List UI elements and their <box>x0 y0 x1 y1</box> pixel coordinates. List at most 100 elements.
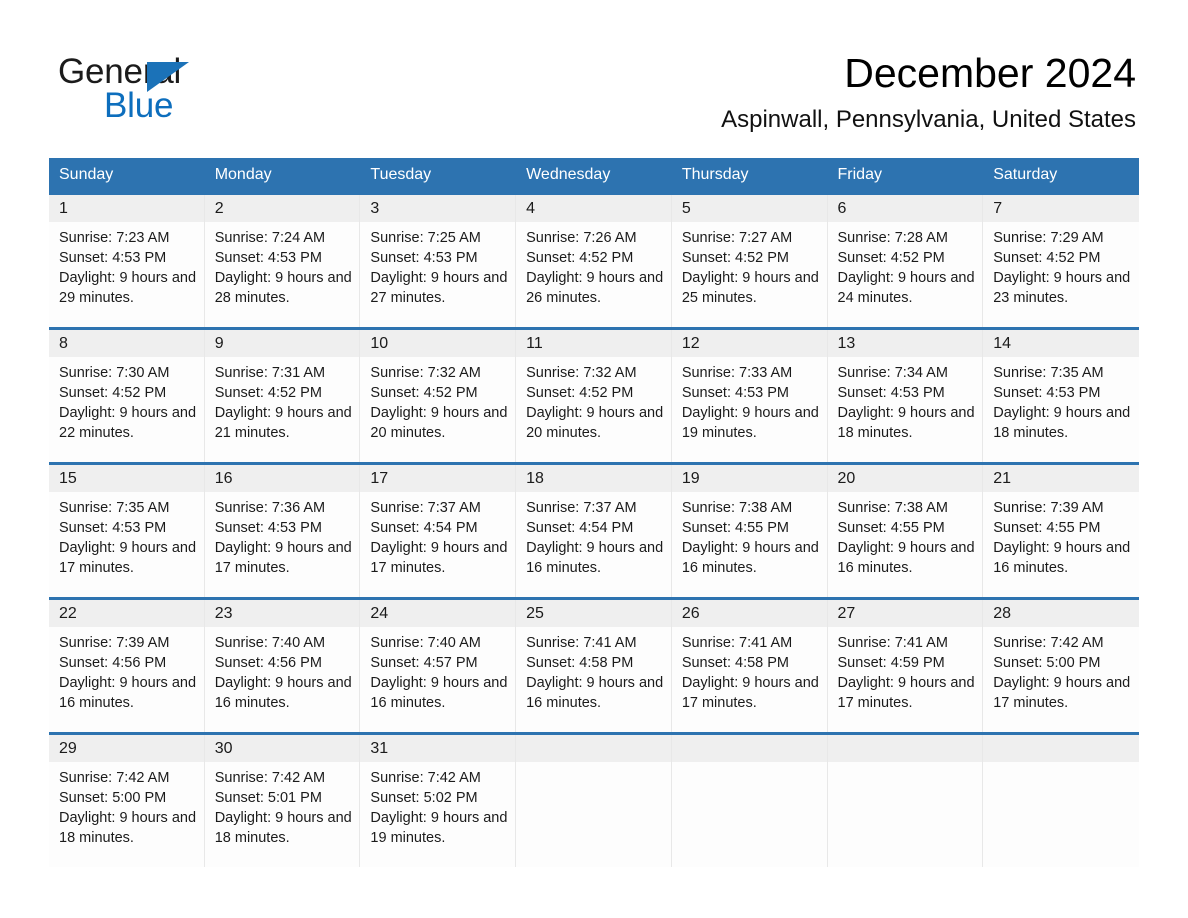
day-number: 7 <box>983 195 1139 222</box>
calendar-day-cell[interactable]: 7 Sunrise: 7:29 AM Sunset: 4:52 PM Daylight… <box>983 195 1139 327</box>
calendar-day-cell-empty <box>671 735 828 867</box>
calendar-day-cell[interactable]: 23 Sunrise: 7:40 AM Sunset: 4:56 PM Dayligh… <box>204 600 361 732</box>
calendar-day-cell[interactable]: 6 Sunrise: 7:28 AM Sunset: 4:52 PM Daylight… <box>827 195 984 327</box>
calendar-day-cell[interactable]: 20 Sunrise: 7:38 AM Sunset: 4:55 PM Dayligh… <box>827 465 984 597</box>
day-number <box>671 735 827 762</box>
calendar-day-cell[interactable]: 13 Sunrise: 7:34 AM Sunset: 4:53 PM Dayligh… <box>827 330 984 462</box>
day-details: Sunrise: 7:38 AM Sunset: 4:55 PM Daylight:… <box>828 492 983 578</box>
calendar-day-cell[interactable]: 14 Sunrise: 7:35 AM Sunset: 4:53 PM Dayligh… <box>983 330 1139 462</box>
sunset-text: Sunset: 4:52 PM <box>681 250 790 266</box>
sunrise-text: Sunrise: 7:26 AM <box>526 230 637 246</box>
sunrise-text: Sunrise: 7:32 AM <box>370 365 481 381</box>
daylight-text: Daylight: 9 hours and 16 minutes. <box>526 675 664 711</box>
calendar-day-cell[interactable]: 19 Sunrise: 7:38 AM Sunset: 4:55 PM Dayligh… <box>671 465 828 597</box>
sunset-text: Sunset: 4:53 PM <box>214 520 322 536</box>
daylight-text: Daylight: 9 hours and 21 minutes. <box>214 405 352 441</box>
calendar-day-cell[interactable]: 31 Sunrise: 7:42 AM Sunset: 5:02 PM Dayligh… <box>360 735 517 867</box>
day-number: 4 <box>516 195 671 222</box>
day-details: Sunrise: 7:39 AM Sunset: 4:55 PM Daylight:… <box>983 492 1139 578</box>
calendar-day-cell[interactable]: 12 Sunrise: 7:33 AM Sunset: 4:53 PM Dayligh… <box>671 330 828 462</box>
day-details: Sunrise: 7:33 AM Sunset: 4:53 PM Daylight:… <box>672 357 827 443</box>
sunrise-text: Sunrise: 7:31 AM <box>214 365 326 381</box>
sunrise-text: Sunrise: 7:41 AM <box>526 635 637 651</box>
calendar-header-row: Sunday Monday Tuesday Wednesday Thursday… <box>49 158 1139 194</box>
weekday-header-wednesday: Wednesday <box>516 158 672 194</box>
logo-text-blue: Blue <box>104 86 174 125</box>
day-details: Sunrise: 7:29 AM Sunset: 4:52 PM Daylight:… <box>983 222 1139 308</box>
sunrise-text: Sunrise: 7:30 AM <box>59 365 170 381</box>
day-number <box>827 735 983 762</box>
calendar-day-cell[interactable]: 28 Sunrise: 7:42 AM Sunset: 5:00 PM Dayligh… <box>983 600 1139 732</box>
calendar-day-cell[interactable]: 11 Sunrise: 7:32 AM Sunset: 4:52 PM Dayligh… <box>516 330 672 462</box>
calendar-day-cell[interactable]: 27 Sunrise: 7:41 AM Sunset: 4:59 PM Dayligh… <box>827 600 984 732</box>
calendar-day-cell[interactable]: 1 Sunrise: 7:23 AM Sunset: 4:53 PM Daylight… <box>49 195 205 327</box>
day-number: 5 <box>671 195 827 222</box>
calendar-day-cell[interactable]: 2 Sunrise: 7:24 AM Sunset: 4:53 PM Daylight… <box>204 195 361 327</box>
daylight-text: Daylight: 9 hours and 29 minutes. <box>59 270 197 306</box>
calendar-day-cell[interactable]: 22 Sunrise: 7:39 AM Sunset: 4:56 PM Dayligh… <box>49 600 205 732</box>
sunset-text: Sunset: 4:52 PM <box>59 385 167 401</box>
day-number: 14 <box>983 330 1139 357</box>
calendar-day-cell[interactable]: 8 Sunrise: 7:30 AM Sunset: 4:52 PM Daylight… <box>49 330 205 462</box>
calendar-day-cell[interactable]: 26 Sunrise: 7:41 AM Sunset: 4:58 PM Dayligh… <box>671 600 828 732</box>
sunset-text: Sunset: 4:55 PM <box>837 520 945 536</box>
daylight-text: Daylight: 9 hours and 18 minutes. <box>214 810 352 846</box>
sunset-text: Sunset: 4:59 PM <box>837 655 945 671</box>
day-details: Sunrise: 7:42 AM Sunset: 5:01 PM Daylight:… <box>205 762 360 848</box>
daylight-text: Daylight: 9 hours and 16 minutes. <box>526 540 664 576</box>
calendar-day-cell[interactable]: 30 Sunrise: 7:42 AM Sunset: 5:01 PM Dayligh… <box>204 735 361 867</box>
sunrise-text: Sunrise: 7:38 AM <box>837 500 948 516</box>
sunset-text: Sunset: 4:56 PM <box>59 655 167 671</box>
daylight-text: Daylight: 9 hours and 27 minutes. <box>370 270 508 306</box>
daylight-text: Daylight: 9 hours and 16 minutes. <box>370 675 508 711</box>
sunset-text: Sunset: 4:52 PM <box>993 250 1101 266</box>
day-number: 13 <box>827 330 983 357</box>
calendar-day-cell[interactable]: 4 Sunrise: 7:26 AM Sunset: 4:52 PM Daylight… <box>516 195 672 327</box>
calendar-day-cell[interactable]: 24 Sunrise: 7:40 AM Sunset: 4:57 PM Dayligh… <box>360 600 517 732</box>
day-details: Sunrise: 7:32 AM Sunset: 4:52 PM Daylight:… <box>360 357 515 443</box>
daylight-text: Daylight: 9 hours and 19 minutes. <box>681 405 819 441</box>
calendar-day-cell[interactable]: 21 Sunrise: 7:39 AM Sunset: 4:55 PM Dayligh… <box>983 465 1139 597</box>
day-details: Sunrise: 7:42 AM Sunset: 5:00 PM Daylight:… <box>49 762 204 848</box>
day-number: 17 <box>360 465 516 492</box>
sunrise-text: Sunrise: 7:23 AM <box>59 230 170 246</box>
daylight-text: Daylight: 9 hours and 22 minutes. <box>59 405 197 441</box>
calendar-day-cell-empty <box>516 735 672 867</box>
calendar-day-cell[interactable]: 15 Sunrise: 7:35 AM Sunset: 4:53 PM Dayligh… <box>49 465 205 597</box>
day-details: Sunrise: 7:35 AM Sunset: 4:53 PM Daylight:… <box>983 357 1139 443</box>
calendar-day-cell[interactable]: 18 Sunrise: 7:37 AM Sunset: 4:54 PM Dayligh… <box>516 465 672 597</box>
calendar-day-cell[interactable]: 29 Sunrise: 7:42 AM Sunset: 5:00 PM Dayligh… <box>49 735 205 867</box>
calendar-day-cell[interactable]: 25 Sunrise: 7:41 AM Sunset: 4:58 PM Dayligh… <box>516 600 672 732</box>
day-details: Sunrise: 7:42 AM Sunset: 5:02 PM Daylight:… <box>360 762 515 848</box>
day-number: 28 <box>983 600 1139 627</box>
calendar-day-cell[interactable]: 9 Sunrise: 7:31 AM Sunset: 4:52 PM Daylight… <box>204 330 361 462</box>
sunset-text: Sunset: 4:58 PM <box>526 655 634 671</box>
day-details: Sunrise: 7:38 AM Sunset: 4:55 PM Daylight:… <box>672 492 827 578</box>
day-details: Sunrise: 7:31 AM Sunset: 4:52 PM Daylight:… <box>205 357 360 443</box>
calendar-page: General Blue December 2024 Aspinwall, Pe… <box>0 0 1188 918</box>
day-number: 6 <box>827 195 983 222</box>
calendar-day-cell-empty <box>827 735 984 867</box>
sunrise-text: Sunrise: 7:40 AM <box>370 635 481 651</box>
sunrise-text: Sunrise: 7:42 AM <box>214 770 326 786</box>
calendar-day-cell[interactable]: 3 Sunrise: 7:25 AM Sunset: 4:53 PM Daylight… <box>360 195 517 327</box>
page-title: December 2024 <box>844 50 1136 96</box>
calendar-day-cell[interactable]: 10 Sunrise: 7:32 AM Sunset: 4:52 PM Dayligh… <box>360 330 517 462</box>
day-number: 22 <box>49 600 204 627</box>
general-blue-logo: General Blue <box>58 52 288 125</box>
sunset-text: Sunset: 5:02 PM <box>370 790 478 806</box>
calendar-day-cell[interactable]: 17 Sunrise: 7:37 AM Sunset: 4:54 PM Dayligh… <box>360 465 517 597</box>
calendar-week-row: 1 Sunrise: 7:23 AM Sunset: 4:53 PM Daylight… <box>49 192 1139 329</box>
day-number: 31 <box>360 735 516 762</box>
daylight-text: Daylight: 9 hours and 18 minutes. <box>59 810 197 846</box>
sunrise-text: Sunrise: 7:41 AM <box>837 635 948 651</box>
calendar-day-cell[interactable]: 5 Sunrise: 7:27 AM Sunset: 4:52 PM Daylight… <box>671 195 828 327</box>
sunrise-text: Sunrise: 7:34 AM <box>837 365 948 381</box>
sunrise-text: Sunrise: 7:36 AM <box>214 500 326 516</box>
day-number <box>516 735 671 762</box>
sunrise-text: Sunrise: 7:35 AM <box>993 365 1104 381</box>
calendar-day-cell[interactable]: 16 Sunrise: 7:36 AM Sunset: 4:53 PM Dayligh… <box>204 465 361 597</box>
day-details: Sunrise: 7:41 AM Sunset: 4:59 PM Daylight:… <box>828 627 983 713</box>
day-details: Sunrise: 7:40 AM Sunset: 4:57 PM Daylight:… <box>360 627 515 713</box>
sunset-text: Sunset: 4:53 PM <box>370 250 478 266</box>
